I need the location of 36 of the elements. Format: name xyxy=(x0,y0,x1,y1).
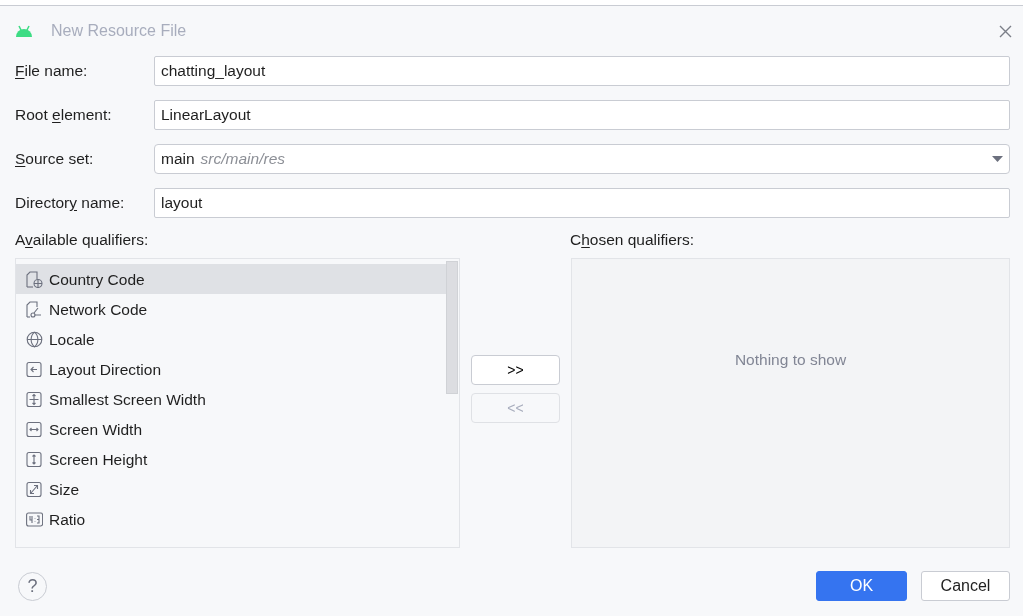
globe-icon xyxy=(26,330,43,348)
scrollbar-thumb[interactable] xyxy=(446,261,458,395)
empty-message: Nothing to show xyxy=(734,349,847,370)
sim-globe-icon xyxy=(26,270,43,288)
ok-button[interactable]: OK xyxy=(816,571,907,601)
source-set-dropdown[interactable]: main src/main/res xyxy=(154,144,1010,174)
ratio-icon xyxy=(26,510,43,528)
input-field[interactable]: LinearLayout xyxy=(154,100,1010,130)
qualifier-item[interactable]: Country Code xyxy=(16,264,446,295)
sim-network-icon xyxy=(26,300,43,318)
add-button[interactable]: >> xyxy=(471,355,560,386)
window-title: New Resource File xyxy=(51,21,187,41)
hint-text: src/main/res xyxy=(200,149,285,170)
help-button[interactable]: ? xyxy=(18,571,47,601)
caret-icon xyxy=(992,156,1003,162)
field-label: File name: xyxy=(15,61,89,82)
move-arrows-icon xyxy=(26,390,43,408)
input-field[interactable]: chatting_layout xyxy=(154,56,1010,86)
section-label: Chosen qualifiers: xyxy=(570,230,695,250)
field-label: Source set: xyxy=(15,149,95,170)
qualifier-item[interactable]: Ratio xyxy=(16,504,446,535)
qualifier-item[interactable]: Locale xyxy=(16,324,446,355)
field-label: Directory name: xyxy=(15,193,126,214)
field-label: Root element: xyxy=(15,105,113,126)
qualifier-item[interactable]: Screen Width xyxy=(16,414,446,445)
qualifier-list[interactable]: Country Code Network Code Locale Layout Direction Smallest Screen Width Screen Width Screen Height Size Ratio xyxy=(15,258,460,549)
section-label: Available qualifiers: xyxy=(15,230,150,250)
qualifier-item[interactable]: Layout Direction xyxy=(16,354,446,385)
qualifier-item[interactable]: Network Code xyxy=(16,294,446,325)
qualifier-item[interactable]: Screen Height xyxy=(16,444,446,475)
qualifier-item[interactable]: Size xyxy=(16,474,446,505)
android-icon xyxy=(15,25,33,37)
close-button[interactable] xyxy=(999,24,1012,38)
input-field[interactable]: layout xyxy=(154,188,1010,218)
cancel-button[interactable]: Cancel xyxy=(921,571,1010,601)
qualifier-item[interactable]: Smallest Screen Width xyxy=(16,384,446,415)
